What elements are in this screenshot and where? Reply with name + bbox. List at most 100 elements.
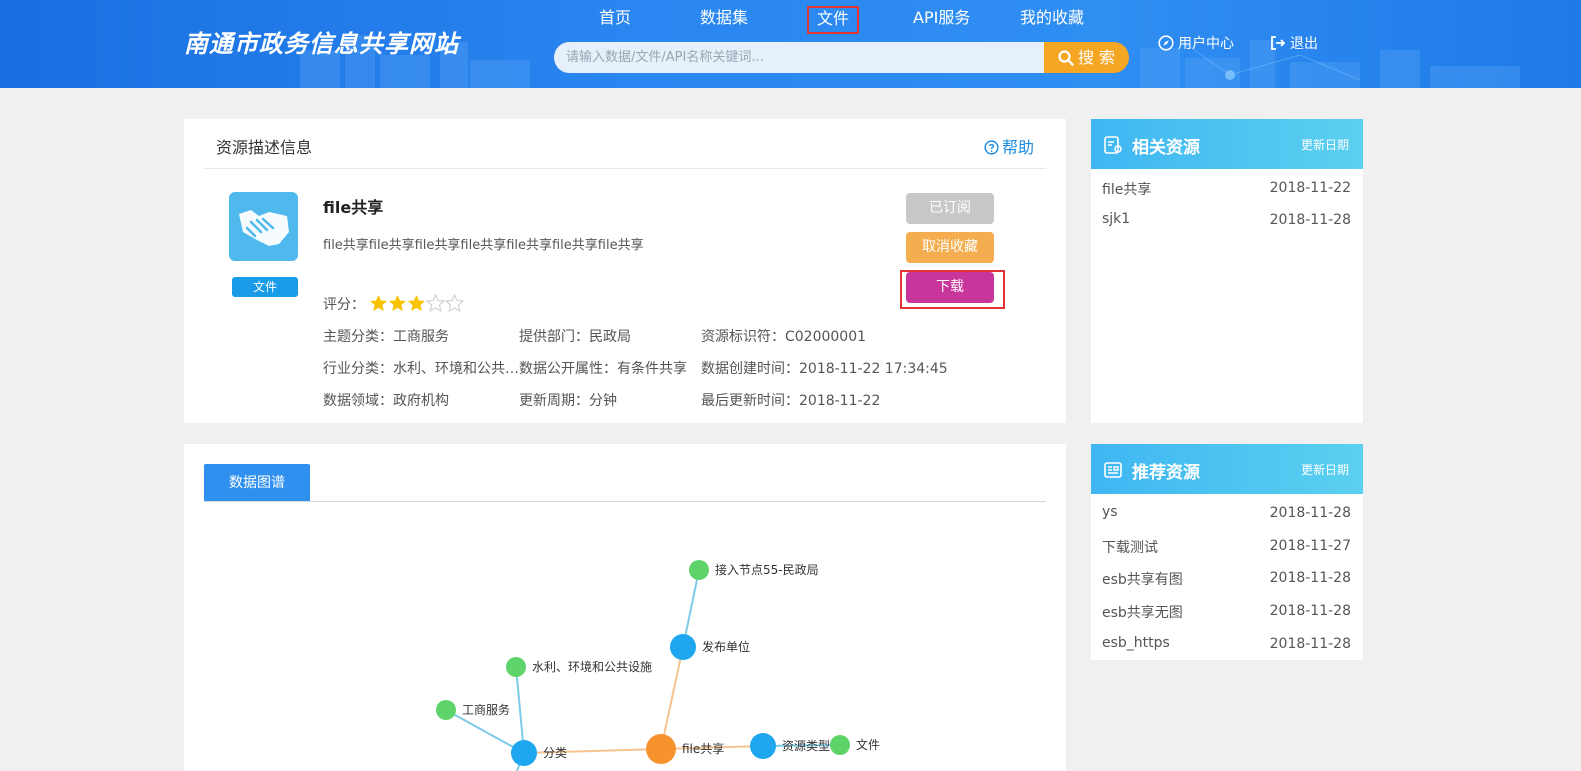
rating-label: 评分： [323,297,365,313]
graph-node[interactable]: 水利、环境和公共设施 [506,657,652,677]
star-filled-icon[interactable] [407,294,426,312]
user-center-label: 用户中心 [1178,36,1234,52]
star-filled-icon[interactable] [369,294,388,312]
graph-node[interactable]: file共享 [646,734,724,764]
recommended-date-header: 更新日期 [1300,463,1349,477]
knowledge-graph[interactable]: 接入节点55-民政局发布单位水利、环境和公共设施工商服务分类 file共享 资源类型… [184,444,1066,771]
nav-my-favorites[interactable]: 我的收藏 [1020,6,1084,34]
subscribed-button[interactable]: 已订阅 [906,193,994,224]
star-filled-icon[interactable] [388,294,407,312]
graph-node[interactable]: 工商服务 [436,700,510,720]
list-item[interactable]: esb共享有图 2018-11-28 [1091,561,1363,593]
search-bar: 搜 索 [554,42,1129,73]
graph-node-circle[interactable] [511,740,537,766]
resource-date: 2018-11-22 [1269,180,1351,196]
resource-date: 2018-11-28 [1269,603,1351,619]
graph-node-circle[interactable] [689,560,709,580]
document-icon [1104,136,1122,154]
data-graph-card: 数据图谱 接入节点55-民政局 发布单位 水利、环境和公共设施 工商服务 分类 file共… [184,444,1066,771]
list-item[interactable]: esb_https 2018-11-28 [1091,627,1363,659]
meta-industry: 行业分类：水利、环境和公共… [323,361,518,377]
nav-files[interactable]: 文件 [807,6,860,34]
meta-update-cycle: 更新周期：分钟 [519,393,617,409]
resource-description: file共享file共享file共享file共享file共享file共享file… [323,238,644,253]
graph-node-label: 分类 [543,746,567,760]
site-logo[interactable]: 南通市政务信息共享网站 [184,24,459,59]
star-empty-icon[interactable] [445,293,465,313]
resource-name: esb共享无图 [1102,605,1183,621]
list-icon [1104,462,1122,478]
rating: 评分： [323,293,465,316]
nav-home[interactable]: 首页 [599,6,631,34]
rating-stars[interactable] [369,293,465,316]
resource-name: file共享 [323,198,384,217]
search-icon [1058,50,1074,66]
graph-node[interactable]: 发布单位 [670,634,750,660]
meta-provider: 提供部门：民政局 [519,329,631,345]
unfavorite-button[interactable]: 取消收藏 [906,232,994,263]
resource-date: 2018-11-28 [1269,636,1351,652]
resource-name: esb_https [1102,635,1170,651]
resource-section-title: 资源描述信息 [216,138,313,157]
resource-type-tag: 文件 [232,277,298,297]
recommended-resources-panel: 推荐资源 更新日期 ys 2018-11-28 下载测试 2018-11-27 … [1091,444,1363,660]
graph-node-label: 接入节点55-民政局 [715,562,819,577]
list-item[interactable]: sjk1 2018-11-28 [1091,203,1363,235]
resource-name: ys [1102,504,1118,520]
logout-icon [1271,36,1286,50]
compass-icon [1158,35,1174,51]
meta-open-attr: 数据公开属性：有条件共享 [519,361,687,377]
star-empty-icon[interactable] [426,293,446,313]
meta-last-updated: 最后更新时间：2018-11-22 [701,393,881,409]
graph-node-circle[interactable] [670,634,696,660]
resource-date: 2018-11-28 [1269,570,1351,586]
search-input[interactable] [554,42,1054,73]
related-resources-panel: 相关资源 更新日期 file共享 2018-11-22 sjk1 2018-11… [1091,119,1363,423]
graph-node-label: 发布单位 [702,639,750,654]
graph-node-label: 文件 [856,737,880,752]
related-resources-header: 相关资源 更新日期 [1091,119,1363,169]
meta-resource-id: 资源标识符：C02000001 [701,329,867,345]
graph-edge [660,646,684,750]
graph-node[interactable]: 接入节点55-民政局 [689,560,819,580]
meta-domain: 数据领域：政府机构 [323,393,449,409]
related-date-header: 更新日期 [1300,138,1349,152]
resource-card-header: 资源描述信息 帮助 [204,119,1046,169]
download-button[interactable]: 下载 [906,272,994,303]
help-link[interactable]: 帮助 [984,134,1034,158]
graph-node-label: 水利、环境和公共设施 [532,659,652,674]
recommended-resources-title: 推荐资源 [1132,463,1200,483]
graph-node-circle[interactable] [436,700,456,720]
resource-name: sjk1 [1102,211,1131,227]
logout-label: 退出 [1290,36,1318,52]
search-button-label: 搜 索 [1077,48,1116,67]
handshake-icon [229,192,298,261]
nav-api-services[interactable]: API服务 [913,6,970,34]
list-item[interactable]: file共享 2018-11-22 [1091,171,1363,203]
graph-node-circle[interactable] [506,657,526,677]
list-item[interactable]: esb共享无图 2018-11-28 [1091,594,1363,626]
list-item[interactable]: 下载测试 2018-11-27 [1091,529,1363,561]
resource-date: 2018-11-27 [1269,538,1351,554]
graph-node[interactable]: 文件 [830,735,880,755]
resource-date: 2018-11-28 [1269,505,1351,521]
resource-name: 下载测试 [1102,540,1158,556]
recommended-resources-header: 推荐资源 更新日期 [1091,444,1363,494]
search-button[interactable]: 搜 索 [1044,42,1129,73]
graph-node-circle[interactable] [830,735,850,755]
resource-description-card: 资源描述信息 帮助 文件 file共享 file共享file共享file共享fi… [184,119,1066,423]
meta-created: 数据创建时间：2018-11-22 17:34:45 [701,361,948,377]
logout-link[interactable]: 退出 [1270,33,1318,53]
nav-datasets[interactable]: 数据集 [700,6,748,34]
graph-node-label: 工商服务 [462,702,510,717]
help-icon [984,140,999,155]
graph-node-circle[interactable] [750,733,776,759]
resource-name: file共享 [1102,182,1152,198]
top-header: 南通市政务信息共享网站 首页 数据集 文件 API服务 我的收藏 搜 索 用户中… [0,0,1581,88]
graph-node-circle[interactable] [646,734,676,764]
list-item[interactable]: ys 2018-11-28 [1091,496,1363,528]
resource-name: esb共享有图 [1102,572,1183,588]
graph-node-label: 资源类型 [782,739,830,753]
user-center-link[interactable]: 用户中心 [1158,33,1234,53]
graph-node[interactable]: 资源类型 [750,733,830,759]
